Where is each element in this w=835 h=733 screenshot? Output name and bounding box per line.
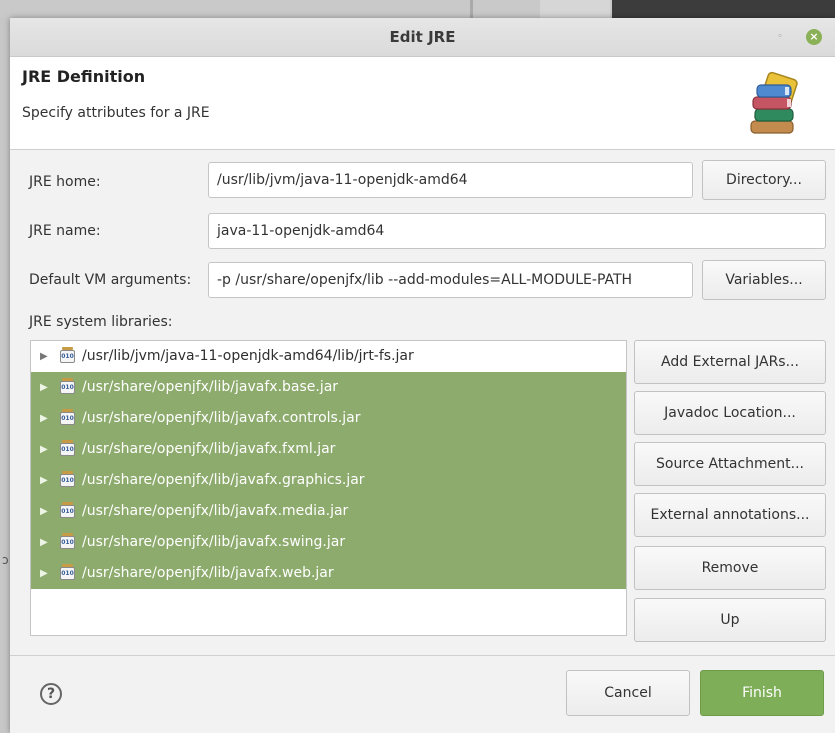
add-external-jars-button[interactable]: Add External JARs... [634,340,826,384]
jar-file-icon: 010 [60,409,75,425]
background-window-fragment: ɔ [2,553,9,567]
jar-file-icon: 010 [60,564,75,580]
library-path: /usr/share/openjfx/lib/javafx.controls.j… [82,410,361,426]
jre-name-input[interactable]: java-11-openjdk-amd64 [208,213,826,249]
library-path: /usr/share/openjfx/lib/javafx.graphics.j… [82,472,365,488]
jar-file-icon: 010 [60,533,75,549]
library-path: /usr/share/openjfx/lib/javafx.media.jar [82,503,349,519]
source-attachment-button[interactable]: Source Attachment... [634,442,826,486]
wizard-header: JRE Definition Specify attributes for a … [10,57,835,150]
library-row[interactable]: ▶ 010 /usr/share/openjfx/lib/javafx.swin… [31,527,626,558]
library-path: /usr/share/openjfx/lib/javafx.fxml.jar [82,441,336,457]
jar-file-icon: 010 [60,440,75,456]
system-libraries-tree[interactable]: ▶ 010 /usr/lib/jvm/java-11-openjdk-amd64… [30,340,627,636]
jar-file-icon: 010 [60,471,75,487]
minimize-icon[interactable]: ◦ [773,30,787,44]
library-row[interactable]: ▶ 010 /usr/share/openjfx/lib/javafx.fxml… [31,434,626,465]
jre-home-input[interactable]: /usr/lib/jvm/java-11-openjdk-amd64 [208,162,693,198]
background-window-edge: ɔ [0,18,10,733]
finish-button[interactable]: Finish [700,670,824,716]
library-row[interactable]: ▶ 010 /usr/share/openjfx/lib/javafx.web.… [31,558,626,589]
library-path: /usr/share/openjfx/lib/javafx.swing.jar [82,534,346,550]
close-icon[interactable]: × [806,29,822,45]
title-bar[interactable]: Edit JRE ◦ × [10,18,835,57]
javadoc-location-button[interactable]: Javadoc Location... [634,391,826,435]
variables-button[interactable]: Variables... [702,260,826,300]
chevron-right-icon[interactable]: ▶ [40,403,48,434]
footer-divider [10,655,835,656]
chevron-right-icon[interactable]: ▶ [40,496,48,527]
library-path: /usr/lib/jvm/java-11-openjdk-amd64/lib/j… [82,348,414,364]
chevron-right-icon[interactable]: ▶ [40,434,48,465]
chevron-right-icon[interactable]: ▶ [40,465,48,496]
chevron-right-icon[interactable]: ▶ [40,527,48,558]
jre-name-label: JRE name: [29,223,101,239]
library-row[interactable]: ▶ 010 /usr/share/openjfx/lib/javafx.base… [31,372,626,403]
up-button[interactable]: Up [634,598,826,642]
jre-home-label: JRE home: [29,174,101,190]
background-window-strip [0,0,835,18]
dialog-title: Edit JRE [389,28,456,46]
jar-file-icon: 010 [60,347,75,363]
chevron-right-icon[interactable]: ▶ [40,558,48,589]
library-row[interactable]: ▶ 010 /usr/lib/jvm/java-11-openjdk-amd64… [31,341,626,372]
library-path: /usr/share/openjfx/lib/javafx.web.jar [82,565,334,581]
system-libraries-label: JRE system libraries: [29,314,173,330]
cancel-button[interactable]: Cancel [566,670,690,716]
library-row[interactable]: ▶ 010 /usr/share/openjfx/lib/javafx.cont… [31,403,626,434]
directory-button[interactable]: Directory... [702,160,826,200]
help-icon[interactable]: ? [40,683,62,705]
chevron-right-icon[interactable]: ▶ [40,341,48,372]
edit-jre-dialog: Edit JRE ◦ × JRE Definition Specify attr… [10,18,835,733]
vm-arguments-input[interactable]: -p /usr/share/openjfx/lib --add-modules=… [208,262,693,298]
header-subtitle: Specify attributes for a JRE [22,105,210,121]
chevron-right-icon[interactable]: ▶ [40,372,48,403]
remove-button[interactable]: Remove [634,546,826,590]
library-row[interactable]: ▶ 010 /usr/share/openjfx/lib/javafx.grap… [31,465,626,496]
jar-file-icon: 010 [60,378,75,394]
jar-file-icon: 010 [60,502,75,518]
library-path: /usr/share/openjfx/lib/javafx.base.jar [82,379,339,395]
vm-arguments-label: Default VM arguments: [29,272,192,288]
library-books-icon [750,71,798,134]
library-row[interactable]: ▶ 010 /usr/share/openjfx/lib/javafx.medi… [31,496,626,527]
external-annotations-button[interactable]: External annotations... [634,493,826,537]
header-title: JRE Definition [22,67,146,86]
